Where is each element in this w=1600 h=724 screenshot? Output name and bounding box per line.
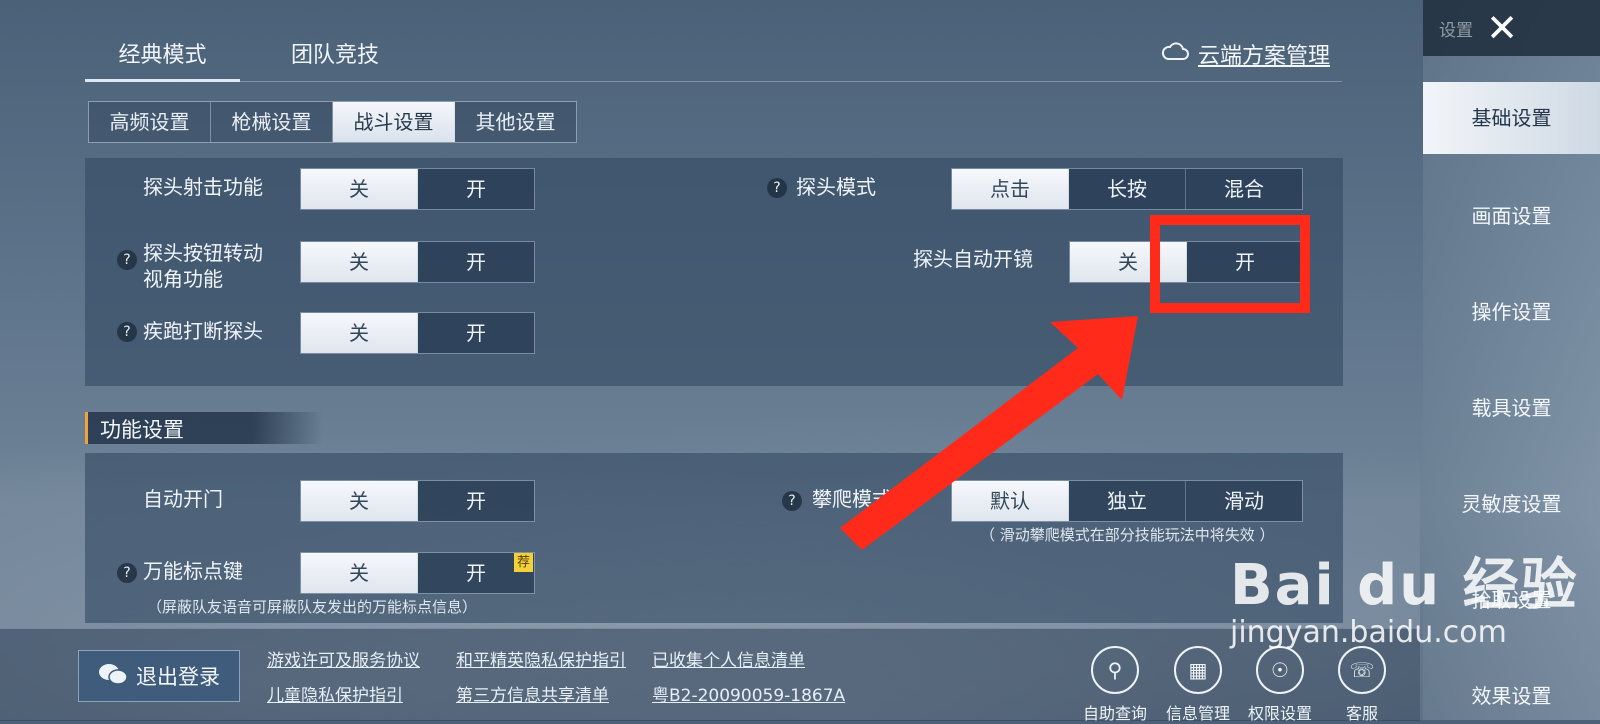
wechat-icon xyxy=(98,662,128,691)
sprint-interrupt-on[interactable]: 开 xyxy=(418,313,534,353)
sprint-interrupt-label: 疾跑打断探头 xyxy=(143,319,263,343)
annotation-highlight-box xyxy=(1150,215,1310,313)
auto-door-off[interactable]: 关 xyxy=(301,481,418,521)
cloud-icon xyxy=(1160,40,1190,68)
help-icon[interactable]: ? xyxy=(117,250,137,270)
link-child-privacy[interactable]: 儿童隐私保护指引 xyxy=(267,681,403,706)
tab-team-battle[interactable]: 团队竞技 xyxy=(250,30,420,82)
link-privacy-guide[interactable]: 和平精英隐私保护指引 xyxy=(456,646,626,671)
self-query-label: 自助查询 xyxy=(1082,704,1147,723)
link-license-agreement[interactable]: 游戏许可及服务协议 xyxy=(267,646,420,671)
shield-icon: ☉ xyxy=(1256,646,1304,694)
help-icon[interactable]: ? xyxy=(117,563,137,583)
customer-service-button[interactable]: ☏ 客服 xyxy=(1322,646,1402,724)
help-icon[interactable]: ? xyxy=(767,178,787,198)
info-management-label: 信息管理 xyxy=(1165,704,1230,723)
function-settings-title: 功能设置 xyxy=(100,418,184,442)
peek-mode-tap[interactable]: 点击 xyxy=(952,169,1069,209)
universal-mark-label: 万能标点键 xyxy=(143,559,243,583)
peek-mode-mixed[interactable]: 混合 xyxy=(1186,169,1302,209)
universal-mark-toggle: 关 开 xyxy=(300,552,535,594)
peek-shoot-on[interactable]: 开 xyxy=(418,169,534,209)
sidebar-item-sensitivity[interactable]: 灵敏度设置 xyxy=(1423,484,1600,524)
baidu-watermark: Bai du 经验 jingyan.baidu.com xyxy=(1230,540,1579,650)
peek-mode-label: 探头模式 xyxy=(796,175,876,199)
function-settings-header: 功能设置 xyxy=(85,412,323,444)
sub-tabs: 高频设置 枪械设置 战斗设置 其他设置 xyxy=(88,101,577,143)
cloud-plan-label: 云端方案管理 xyxy=(1198,44,1331,69)
tab-weapon-settings[interactable]: 枪械设置 xyxy=(211,102,333,142)
auto-door-on[interactable]: 开 xyxy=(418,481,534,521)
auto-door-toggle: 关 开 xyxy=(300,480,535,522)
link-third-party-sharing[interactable]: 第三方信息共享清单 xyxy=(456,681,609,706)
help-icon[interactable]: ? xyxy=(782,491,802,511)
link-license-number[interactable]: 粤B2-20090059-1867A xyxy=(652,681,845,706)
id-card-icon: ▦ xyxy=(1174,646,1222,694)
help-icon[interactable]: ? xyxy=(117,322,137,342)
peek-shoot-off[interactable]: 关 xyxy=(301,169,418,209)
sprint-interrupt-toggle: 关 开 xyxy=(300,312,535,354)
peek-mode-selector: 点击 长按 混合 xyxy=(951,168,1303,210)
watermark-brand: Bai du 经验 xyxy=(1230,553,1579,618)
customer-service-label: 客服 xyxy=(1345,704,1378,723)
auto-door-label: 自动开门 xyxy=(143,487,223,511)
sidebar-item-graphics[interactable]: 画面设置 xyxy=(1423,196,1600,236)
info-management-button[interactable]: ▦ 信息管理 xyxy=(1158,646,1238,724)
universal-mark-note: （屏蔽队友语音可屏蔽队友发出的万能标点信息） xyxy=(147,598,478,616)
climb-mode-slide[interactable]: 滑动 xyxy=(1186,481,1302,521)
peek-auto-scope-label: 探头自动开镜 xyxy=(913,247,1033,271)
peek-button-rotate-label-line1: 探头按钮转动 xyxy=(143,241,263,265)
cloud-plan-management-link[interactable]: 云端方案管理 xyxy=(1160,36,1330,72)
recommended-badge: 荐 xyxy=(514,553,533,572)
divider xyxy=(85,81,1342,82)
search-icon: ⚲ xyxy=(1091,646,1139,694)
permission-settings-label: 权限设置 xyxy=(1247,704,1312,723)
peek-mode-hold[interactable]: 长按 xyxy=(1069,169,1186,209)
sprint-interrupt-off[interactable]: 关 xyxy=(301,313,418,353)
close-icon[interactable]: ✕ xyxy=(1480,8,1524,48)
logout-label: 退出登录 xyxy=(136,665,220,689)
annotation-arrow-icon xyxy=(840,316,1138,550)
tab-other-settings[interactable]: 其他设置 xyxy=(455,102,576,142)
peek-button-rotate-toggle: 关 开 xyxy=(300,241,535,283)
sidebar-item-basic[interactable]: 基础设置 xyxy=(1423,82,1600,154)
tab-high-frequency[interactable]: 高频设置 xyxy=(89,102,211,142)
tab-combat-settings[interactable]: 战斗设置 xyxy=(333,102,455,142)
sidebar-item-effects[interactable]: 效果设置 xyxy=(1423,676,1600,716)
sidebar-item-controls[interactable]: 操作设置 xyxy=(1423,292,1600,332)
sidebar-item-vehicle[interactable]: 载具设置 xyxy=(1423,388,1600,428)
sidebar-header-label: 设置 xyxy=(1439,21,1473,41)
peek-button-rotate-label-line2: 视角功能 xyxy=(143,267,223,291)
universal-mark-off[interactable]: 关 xyxy=(301,553,418,593)
peek-button-rotate-on[interactable]: 开 xyxy=(418,242,534,282)
tab-classic-mode[interactable]: 经典模式 xyxy=(85,30,240,82)
logout-button[interactable]: 退出登录 xyxy=(78,650,240,702)
link-personal-info-list[interactable]: 已收集个人信息清单 xyxy=(652,646,805,671)
permission-settings-button[interactable]: ☉ 权限设置 xyxy=(1240,646,1320,724)
peek-shoot-toggle: 关 开 xyxy=(300,168,535,210)
peek-button-rotate-off[interactable]: 关 xyxy=(301,242,418,282)
headset-icon: ☏ xyxy=(1338,646,1386,694)
self-query-button[interactable]: ⚲ 自助查询 xyxy=(1075,646,1155,724)
peek-shoot-label: 探头射击功能 xyxy=(143,175,263,199)
